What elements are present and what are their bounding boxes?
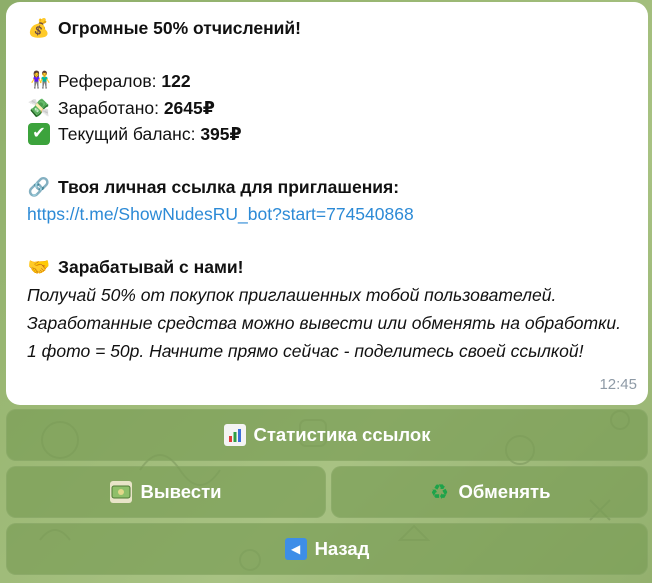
banknote-icon bbox=[110, 481, 133, 503]
stats-button[interactable]: Статистика ссылок bbox=[6, 409, 648, 461]
referral-link-line: https://t.me/ShowNudesRU_bot?start=77454… bbox=[27, 201, 632, 228]
stats-label: Статистика ссылок bbox=[253, 424, 431, 445]
link-icon: 🔗 bbox=[27, 177, 51, 198]
referrals-value: 122 bbox=[161, 71, 191, 91]
recycle-icon: ♻ bbox=[430, 480, 449, 504]
link-heading-line: 🔗 Твоя личная ссылка для приглашения: bbox=[27, 174, 632, 201]
earn-description: Получай 50% от покупок приглашенных тобо… bbox=[27, 285, 621, 361]
money-wings-icon: 💸 bbox=[27, 97, 51, 118]
bot-message-bubble: 💰 Огромные 50% отчислений! 👫 Рефералов: … bbox=[6, 2, 648, 405]
back-label: Назад bbox=[314, 538, 370, 559]
earned-value: 2645₽ bbox=[163, 97, 215, 118]
withdraw-label: Вывести bbox=[140, 481, 222, 502]
earn-heading-line: 🤝 Зарабатывай с нами! bbox=[27, 254, 632, 281]
withdraw-button[interactable]: Вывести bbox=[6, 466, 326, 518]
back-arrow-icon: ◀ bbox=[284, 538, 307, 560]
referrals-line: 👫 Рефералов: 122 bbox=[27, 68, 632, 95]
message-title-line: 💰 Огромные 50% отчислений! bbox=[27, 15, 632, 42]
handshake-icon: 🤝 bbox=[27, 256, 51, 277]
bar-chart-icon bbox=[223, 424, 246, 446]
balance-label: Текущий баланс: bbox=[58, 124, 196, 144]
check-mark-icon: ✔ bbox=[28, 123, 50, 146]
exchange-button[interactable]: ♻ Обменять bbox=[331, 466, 648, 518]
earned-line: 💸 Заработано: 2645₽ bbox=[27, 95, 632, 122]
back-button[interactable]: ◀ Назад bbox=[6, 523, 648, 575]
earn-heading: Зарабатывай с нами! bbox=[58, 256, 244, 277]
people-icon: 👫 bbox=[30, 72, 51, 90]
referral-link[interactable]: https://t.me/ShowNudesRU_bot?start=77454… bbox=[27, 201, 414, 228]
money-bag-icon: 💰 bbox=[27, 18, 51, 39]
balance-value: 395₽ bbox=[200, 124, 242, 144]
balance-line: ✔ Текущий баланс: 395₽ bbox=[27, 121, 632, 148]
referrals-label: Рефералов: bbox=[58, 71, 157, 91]
link-heading: Твоя личная ссылка для приглашения: bbox=[58, 177, 400, 197]
message-time: 12:45 bbox=[599, 375, 637, 393]
message-title: Огромные 50% отчислений! bbox=[58, 18, 302, 38]
earned-label: Заработано: bbox=[58, 97, 159, 118]
exchange-label: Обменять bbox=[458, 481, 551, 502]
